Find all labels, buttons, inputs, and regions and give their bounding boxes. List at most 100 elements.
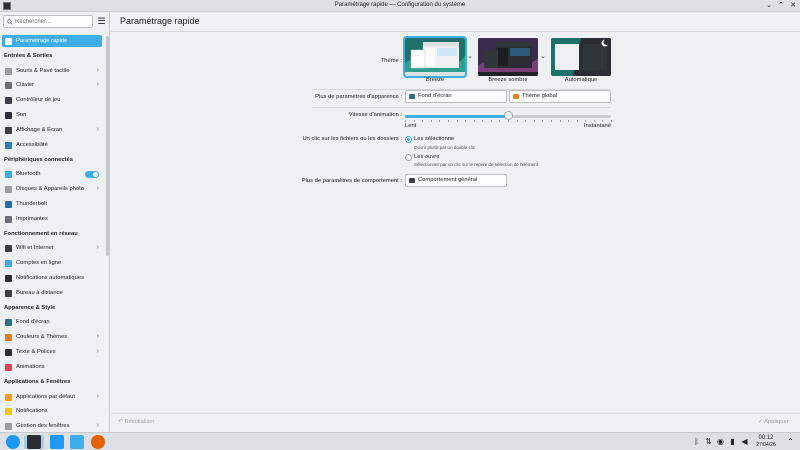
apply-button[interactable]: ✓ Appliquer — [758, 417, 789, 428]
close-button[interactable]: ✕ — [788, 1, 798, 11]
slider-tick — [508, 120, 509, 122]
search-field[interactable] — [3, 15, 93, 28]
sidebar-item[interactable]: Applications par défaut › — [2, 390, 102, 405]
taskbar: ᛒ ⇅ ◉ ▮ ◀ 00:12 27/04/26 ⌃ — [0, 432, 800, 450]
slider-tick — [490, 120, 492, 122]
sidebar-item[interactable]: Bureau à distance — [2, 286, 102, 301]
hamburger-menu-icon[interactable]: ☰ — [96, 16, 107, 27]
display-icon — [5, 127, 12, 135]
general-behavior-button[interactable]: Comportement général — [405, 174, 507, 187]
slider-tick — [456, 120, 458, 122]
chevron-right-icon: › — [96, 81, 99, 89]
discover-store-icon[interactable] — [50, 435, 64, 449]
sidebar-item[interactable]: Souris & Pavé tactile › — [2, 64, 102, 79]
sidebar-item-label: Souris & Pavé tactile — [16, 67, 70, 74]
sidebar-item[interactable]: Comptes en ligne — [2, 256, 102, 271]
network-tray-icon[interactable]: ⇅ — [704, 437, 713, 447]
window-management-icon — [5, 423, 12, 431]
theme-card-automatic[interactable] — [551, 38, 611, 76]
battery-tray-icon[interactable]: ▮ — [728, 437, 737, 447]
wallpaper-button[interactable]: Fond d'écran — [405, 90, 507, 103]
wallpaper-icon — [5, 319, 12, 327]
slider-tick — [447, 120, 449, 122]
option-open-label[interactable]: Les ouvre — [414, 154, 439, 160]
chevron-right-icon: › — [96, 333, 99, 341]
page-title: Paramétrage rapide — [120, 16, 200, 26]
sidebar-scrollbar[interactable] — [106, 36, 109, 256]
window-titlebar: Paramétrage rapide — Configuration du sy… — [0, 0, 800, 12]
online-accounts-icon — [5, 260, 12, 268]
sidebar-item[interactable]: Clavier › — [2, 78, 102, 93]
font-icon — [5, 349, 12, 357]
maximize-button[interactable]: ⌃ — [776, 1, 786, 11]
sidebar-item[interactable]: Fond d'écran — [2, 315, 102, 330]
app-launcher-icon[interactable] — [6, 435, 20, 449]
sidebar-item[interactable]: Bluetooth — [2, 167, 102, 182]
option-open-note: Sélectionner par un clic sur le repère d… — [414, 162, 538, 167]
slider-tick — [439, 120, 441, 122]
search-input[interactable] — [15, 17, 91, 27]
sidebar-item[interactable]: Affichage & Écran › — [2, 123, 102, 138]
global-theme-button[interactable]: Thème global — [509, 90, 611, 103]
option-select-label[interactable]: Les sélectionne — [414, 136, 454, 142]
notification-icon — [5, 275, 12, 283]
reset-button[interactable]: ↶ Réinitialiser — [118, 417, 154, 428]
radio-select-on-click[interactable] — [405, 136, 412, 143]
sidebar-item[interactable]: Paramétrage rapide — [2, 35, 102, 47]
chevron-right-icon: › — [96, 185, 99, 193]
radio-open-on-click[interactable] — [405, 154, 412, 161]
theme-card-breeze-dark[interactable] — [478, 38, 538, 76]
bluetooth-tray-icon[interactable]: ᛒ — [692, 437, 701, 447]
sidebar-item[interactable]: Son — [2, 108, 102, 123]
breeze-preview-image — [405, 38, 465, 76]
quick-setup-icon — [5, 37, 12, 45]
theme-breeze-dark-dropdown-chevron-icon[interactable]: ⌄ — [540, 52, 546, 60]
sidebar-item[interactable]: Imprimantes — [2, 212, 102, 227]
default-apps-icon — [5, 393, 12, 401]
slider-tick — [593, 120, 595, 122]
wifi-tray-icon[interactable]: ◉ — [716, 437, 725, 447]
sidebar-item[interactable]: Thunderbolt — [2, 197, 102, 212]
firefox-icon[interactable] — [91, 435, 105, 449]
sidebar-item[interactable]: Accessibilité — [2, 138, 102, 153]
bluetooth-toggle[interactable] — [85, 171, 99, 179]
global-theme-icon — [513, 94, 519, 99]
sidebar-item-label: Fond d'écran — [16, 319, 50, 326]
sidebar-item[interactable]: Couleurs & Thèmes › — [2, 330, 102, 345]
sidebar: ☰ Paramétrage rapide Entrées & Sorties Sou… — [0, 12, 110, 432]
clock[interactable]: 00:12 27/04/26 — [752, 435, 780, 449]
search-icon — [7, 19, 13, 25]
sidebar-section-header: Fonctionnement en réseau — [4, 230, 78, 237]
sidebar-item[interactable]: Disques & Appareils photo › — [2, 182, 102, 197]
theme-name-breeze: Breeze — [425, 77, 445, 83]
sidebar-item[interactable]: Notifications automatiques — [2, 271, 102, 286]
sidebar-item[interactable]: Animations — [2, 360, 102, 375]
sidebar-item[interactable]: Contrôleur de jeu — [2, 93, 102, 108]
clock-date: 27/04/26 — [756, 442, 776, 448]
sidebar-section-header: Apparence & Style — [4, 304, 56, 311]
animation-slider-handle[interactable] — [503, 111, 513, 120]
breeze-dark-preview-image — [478, 38, 538, 76]
bluetooth-icon — [5, 171, 12, 179]
automatic-preview-image — [551, 38, 611, 76]
minimize-button[interactable]: ⌄ — [764, 1, 774, 11]
sidebar-item[interactable]: Notifications — [2, 404, 102, 419]
global-theme-button-label: Thème global — [522, 93, 558, 99]
terminal-task-icon[interactable] — [27, 435, 41, 449]
animation-fast-label: Instantané — [583, 123, 611, 129]
file-manager-icon[interactable] — [70, 435, 84, 449]
tray-expand-icon[interactable]: ⌃ — [786, 437, 795, 447]
theme-card-breeze[interactable] — [403, 36, 467, 78]
theme-breeze-dropdown-chevron-icon[interactable]: ⌄ — [467, 52, 473, 60]
sidebar-item[interactable]: Wifi et Internet › — [2, 241, 102, 256]
sidebar-item-label: Gestion des fenêtres — [16, 423, 70, 430]
sidebar-item[interactable]: Gestion des fenêtres › — [2, 419, 102, 432]
sidebar-item[interactable]: Texte & Polices › — [2, 345, 102, 360]
sidebar-item-label: Animations — [16, 364, 45, 371]
slider-tick — [465, 120, 467, 122]
wallpaper-icon — [409, 94, 415, 99]
volume-tray-icon[interactable]: ◀ — [740, 437, 749, 447]
main-panel: Paramétrage rapide Thème : ⌄ Breeze ⌄ Br… — [111, 12, 800, 432]
slider-tick — [568, 120, 570, 122]
sidebar-item-label: Wifi et Internet — [16, 245, 54, 252]
